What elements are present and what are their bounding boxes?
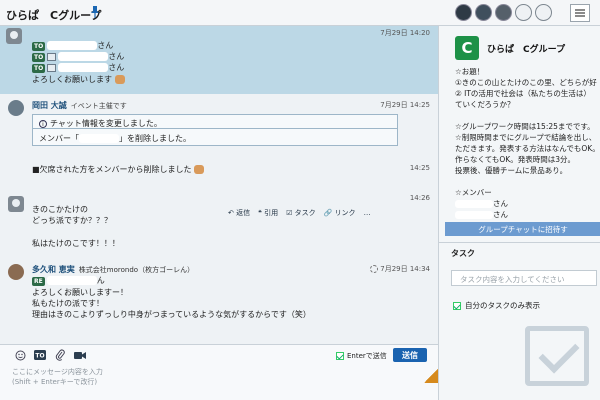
message-input[interactable]: ここにメッセージ内容を入力 (Shift + Enterキーで改行) bbox=[12, 367, 422, 397]
re-badge: RE bbox=[32, 277, 45, 286]
message[interactable]: 14:26 きのこかたけの どっち派ですか？？？ 私はたけのこです！！！ bbox=[0, 190, 438, 262]
my-tasks-toggle[interactable]: 自分のタスクのみ表示 bbox=[453, 300, 540, 311]
to-line: TO さん bbox=[32, 52, 125, 62]
message-time: 14:26 bbox=[409, 194, 430, 202]
composer-toolbar: TO bbox=[14, 349, 86, 361]
message[interactable]: 多久和 恵実 株式会社morondo（枚方ゴーレん） 7月29日 14:34 RE… bbox=[0, 260, 438, 344]
message-composer: TO Enterで送信 送信 ここにメッセージ内容を入力 (Shift + En… bbox=[0, 344, 438, 400]
message-text: 理由はきのこよりずっしり中身がつまっているような気がするからです（笑） bbox=[32, 310, 311, 319]
chat-info-box: i チャット情報を変更しました。 メンバー「 」を削除しました。 bbox=[32, 114, 398, 146]
info-body: メンバー「 」を削除しました。 bbox=[39, 134, 191, 143]
bow-emoji-icon bbox=[114, 75, 125, 84]
redacted-name bbox=[455, 211, 493, 219]
message[interactable]: ■欠席された方をメンバーから削除しました 14:25 bbox=[0, 160, 438, 184]
redacted-name bbox=[58, 63, 109, 72]
message-text: よろしくお願いします bbox=[32, 74, 125, 85]
room-header: ひらぱ Cグループ bbox=[0, 0, 600, 26]
redacted-name bbox=[455, 200, 493, 208]
message[interactable]: 7月29日 14:20 TO さん TO さん TO さん よろしくお願いします bbox=[0, 26, 438, 94]
member-avatar[interactable] bbox=[515, 4, 532, 21]
re-line: RE ん bbox=[32, 276, 105, 286]
message-text: よろしくお願いしますー！ bbox=[32, 288, 128, 297]
divider bbox=[439, 242, 600, 243]
message-time: 14:25 bbox=[409, 164, 430, 172]
sender-name: 多久和 恵実 株式会社morondo（枚方ゴーレん） bbox=[32, 265, 195, 274]
resize-corner-icon[interactable] bbox=[424, 369, 438, 383]
invite-to-group-chat-button[interactable]: グループチャットに招待す bbox=[445, 222, 600, 236]
info-title: i チャット情報を変更しました。 bbox=[33, 115, 397, 129]
info-icon: i bbox=[39, 120, 47, 128]
member-avatar[interactable] bbox=[455, 4, 472, 21]
to-icon[interactable]: TO bbox=[34, 349, 46, 361]
member-avatar[interactable] bbox=[535, 4, 552, 21]
bow-emoji-icon bbox=[194, 165, 205, 174]
loading-icon bbox=[370, 265, 379, 273]
attach-file-icon[interactable] bbox=[54, 349, 66, 361]
to-line: TO さん bbox=[32, 63, 125, 73]
message-text: どっち派ですか？？？ bbox=[32, 216, 112, 225]
svg-text:TO: TO bbox=[35, 353, 44, 360]
room-name: ひらぱ Cグループ bbox=[487, 45, 566, 55]
task-input[interactable]: タスク内容を入力してください bbox=[451, 270, 597, 286]
redacted-name bbox=[47, 41, 98, 50]
menu-icon[interactable] bbox=[570, 4, 590, 22]
user-avatar bbox=[8, 264, 24, 280]
to-badge: TO bbox=[32, 42, 46, 51]
to-line: TO さん bbox=[32, 41, 114, 51]
user-avatar bbox=[6, 28, 22, 44]
message-time: 7月29日 14:34 bbox=[370, 264, 430, 274]
my-tasks-checkbox[interactable] bbox=[453, 301, 461, 310]
member-avatar[interactable] bbox=[475, 4, 492, 21]
message-time: 7月29日 14:20 bbox=[380, 29, 430, 37]
task-checkmark-icon bbox=[525, 326, 589, 386]
send-button[interactable]: 送信 bbox=[393, 348, 427, 362]
message-text: ■欠席された方をメンバーから削除しました bbox=[32, 164, 205, 175]
message-time: 7月29日 14:25 bbox=[380, 101, 430, 109]
room-info-panel: C ひらぱ Cグループ ☆お題！ ①きのこの山とたけのこの里、どちらが好 ② I… bbox=[438, 26, 600, 400]
user-avatar bbox=[8, 196, 24, 212]
room-logo: C bbox=[455, 36, 479, 60]
enter-send-checkbox[interactable] bbox=[336, 352, 344, 360]
message-text: 私はたけのこです！！！ bbox=[32, 239, 120, 248]
task-section-title: タスク bbox=[451, 249, 475, 258]
emoji-icon[interactable] bbox=[14, 349, 26, 361]
message-text: 私もたけの派です！ bbox=[32, 299, 104, 308]
member-avatars bbox=[455, 4, 552, 21]
member-avatar[interactable] bbox=[495, 4, 512, 21]
enter-send-toggle[interactable]: Enterで送信 bbox=[336, 351, 387, 361]
to-badge: TO bbox=[32, 64, 46, 73]
chat-timeline[interactable]: 7月29日 14:20 TO さん TO さん TO さん よろしくお願いします 岡田… bbox=[0, 26, 438, 344]
redacted-name bbox=[46, 276, 97, 285]
redacted-name bbox=[79, 134, 119, 143]
pin-icon[interactable] bbox=[90, 6, 100, 18]
message-text: きのこかたけの bbox=[32, 205, 88, 214]
room-title: ひらぱ Cグループ bbox=[6, 9, 102, 22]
video-call-icon[interactable] bbox=[74, 349, 86, 361]
user-avatar bbox=[8, 100, 24, 116]
user-icon bbox=[47, 63, 57, 72]
sender-name: 岡田 大誠 イベント主催です bbox=[32, 101, 127, 110]
to-badge: TO bbox=[32, 53, 46, 62]
redacted-name bbox=[58, 52, 109, 61]
user-icon bbox=[47, 52, 57, 61]
room-description: ☆お題！ ①きのこの山とたけのこの里、どちらが好 ② ITの活用で社会は（私たち… bbox=[455, 67, 600, 219]
